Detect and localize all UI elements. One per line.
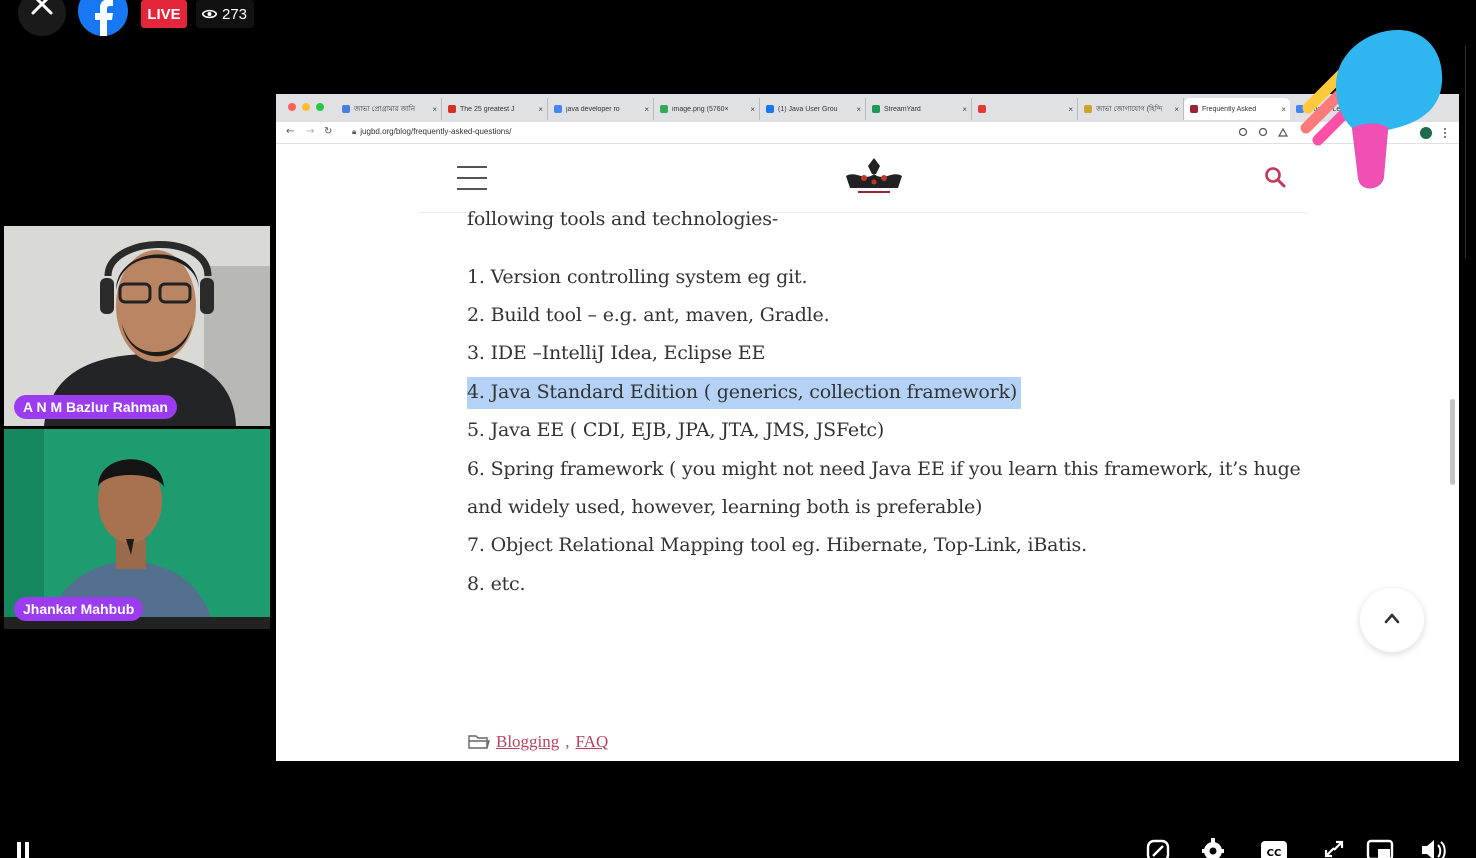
tab-label: java developer ro: [566, 105, 620, 113]
list-item: and widely used, however, learning both …: [467, 496, 983, 518]
guest-name-tag: Jhankar Mahbub: [14, 597, 144, 621]
list-item: 3. IDE –IntelliJ Idea, Eclipse EE: [467, 342, 766, 364]
browser-tab[interactable]: জাভা জোগাযোগ (হিন্দি ×: [1078, 98, 1184, 120]
browser-tab[interactable]: Frequently Asked ×: [1184, 98, 1290, 120]
list-item: 5. Java EE ( CDI, EJB, JPA, JTA, JMS, JS…: [467, 419, 885, 441]
pause-icon[interactable]: [14, 836, 34, 858]
tab-strip: জাভা প্রোগ্রামার জানি × The 25 greatest J ×…: [276, 94, 1459, 122]
chevron-up-icon: [1384, 613, 1400, 624]
tab-favicon: [660, 105, 668, 113]
maximize-window-dot[interactable]: [316, 103, 324, 111]
picture-in-picture-icon[interactable]: [1366, 836, 1394, 858]
tab-label: (1) Java User Grou: [778, 105, 838, 113]
browser-tab[interactable]: ×: [972, 98, 1078, 120]
close-button[interactable]: [18, 0, 66, 36]
tab-favicon: [554, 105, 562, 113]
tab-close-icon[interactable]: ×: [750, 105, 755, 114]
tab-label: জাভা জোগাযোগ (হিন্দি: [1096, 106, 1163, 113]
browser-tab[interactable]: (1) Java User Grou ×: [760, 98, 866, 120]
video-controls: CC: [0, 836, 1476, 858]
address-bar: ← → ↻ 🔒︎ jugbd.org/blog/frequently-asked-…: [276, 122, 1459, 144]
browser-tab[interactable]: java developer ro ×: [548, 98, 654, 120]
guest-name-tag: A N M Bazlur Rahman: [14, 395, 177, 419]
text-selection: 4. Java Standard Edition ( generics, col…: [467, 377, 1022, 409]
captions-icon[interactable]: CC: [1260, 836, 1288, 858]
tab-close-icon[interactable]: ×: [538, 105, 543, 114]
tab-favicon: [448, 105, 456, 113]
browser-tab[interactable]: জাভা প্রোগ্রামার জানি ×: [336, 98, 442, 120]
folder-icon: [468, 735, 490, 749]
list-item: 6. Spring framework ( you might not need…: [467, 458, 1301, 480]
no-distraction-icon[interactable]: [1145, 836, 1171, 858]
page-scrollbar[interactable]: [1450, 399, 1455, 485]
stream-brand-logo: [1300, 30, 1443, 189]
tab-close-icon[interactable]: ×: [644, 105, 649, 114]
stream-top-bar: LIVE 273: [0, 0, 1476, 40]
minimize-window-dot[interactable]: [302, 103, 310, 111]
close-icon: [31, 0, 53, 15]
tab-favicon: [872, 105, 880, 113]
category-link-faq[interactable]: FAQ: [576, 732, 609, 752]
guest-video-tile: A N M Bazlur Rahman: [4, 226, 270, 426]
tab-favicon: [1190, 105, 1198, 113]
article-intro: following tools and technologies-: [467, 208, 778, 230]
forward-icon[interactable]: →: [306, 126, 314, 137]
tab-close-icon[interactable]: ×: [1281, 105, 1286, 114]
back-icon[interactable]: ←: [286, 126, 294, 137]
tab-close-icon[interactable]: ×: [1174, 105, 1179, 114]
category-separator: ,: [565, 732, 570, 751]
tab-label: image.png (5760×: [672, 105, 729, 113]
eye-icon: [202, 9, 217, 19]
browser-tab[interactable]: The 25 greatest J ×: [442, 98, 548, 120]
menu-icon[interactable]: [457, 166, 487, 190]
url-field[interactable]: 🔒︎ jugbd.org/blog/frequently-asked-questi…: [352, 127, 511, 137]
guest-video-tile: Jhankar Mahbub: [4, 429, 270, 629]
tab-favicon: [766, 105, 774, 113]
tab-label: Frequently Asked: [1202, 105, 1257, 113]
close-window-dot[interactable]: [288, 103, 296, 111]
tab-close-icon[interactable]: ×: [962, 105, 967, 114]
tab-label: জাভা প্রোগ্রামার জানি: [354, 106, 416, 113]
browser-tab[interactable]: StreamYard ×: [866, 98, 972, 120]
scroll-to-top-button[interactable]: [1360, 588, 1424, 652]
tab-close-icon[interactable]: ×: [1068, 105, 1073, 114]
tab-favicon: [1084, 105, 1092, 113]
site-logo[interactable]: [842, 156, 906, 198]
viewer-count: 273: [196, 0, 254, 28]
fullscreen-icon[interactable]: [1322, 836, 1346, 858]
tab-favicon: [978, 105, 986, 113]
facebook-button[interactable]: [78, 0, 128, 36]
viewer-count-value: 273: [222, 5, 248, 23]
tab-label: StreamYard: [884, 105, 921, 113]
tab-favicon: [342, 105, 350, 113]
list-item: 1. Version controlling system eg git.: [467, 266, 808, 288]
list-item: 8. etc.: [467, 573, 526, 595]
search-icon[interactable]: [1264, 166, 1286, 188]
reload-icon[interactable]: ↻: [324, 126, 332, 137]
tab-close-icon[interactable]: ×: [856, 105, 861, 114]
live-badge: LIVE: [141, 0, 187, 28]
shared-browser-window: জাভা প্রোগ্রামার জানি × The 25 greatest J ×…: [276, 94, 1459, 761]
settings-gear-icon[interactable]: [1200, 836, 1226, 858]
volume-icon[interactable]: [1420, 836, 1448, 858]
window-controls: [288, 103, 324, 111]
list-item-highlighted: 4. Java Standard Edition ( generics, col…: [467, 377, 1022, 409]
tab-close-icon[interactable]: ×: [432, 105, 437, 114]
browser-tabs: জাভা প্রোগ্রামার জানি × The 25 greatest J ×…: [336, 98, 1459, 122]
url-text: jugbd.org/blog/frequently-asked-question…: [360, 127, 512, 136]
side-panel-edge: [1465, 46, 1476, 258]
list-item: 7. Object Relational Mapping tool eg. Hi…: [467, 534, 1087, 556]
category-link-blogging[interactable]: Blogging: [496, 732, 559, 752]
post-categories: Blogging, FAQ: [468, 732, 608, 752]
tab-label: The 25 greatest J: [460, 105, 515, 113]
list-item: 2. Build tool – e.g. ant, maven, Gradle.: [467, 304, 830, 326]
svg-text:CC: CC: [1267, 848, 1282, 858]
lock-icon: 🔒︎: [352, 127, 357, 136]
site-header: [276, 144, 1459, 214]
browser-tab[interactable]: image.png (5760× ×: [654, 98, 760, 120]
facebook-icon: [95, 0, 113, 36]
